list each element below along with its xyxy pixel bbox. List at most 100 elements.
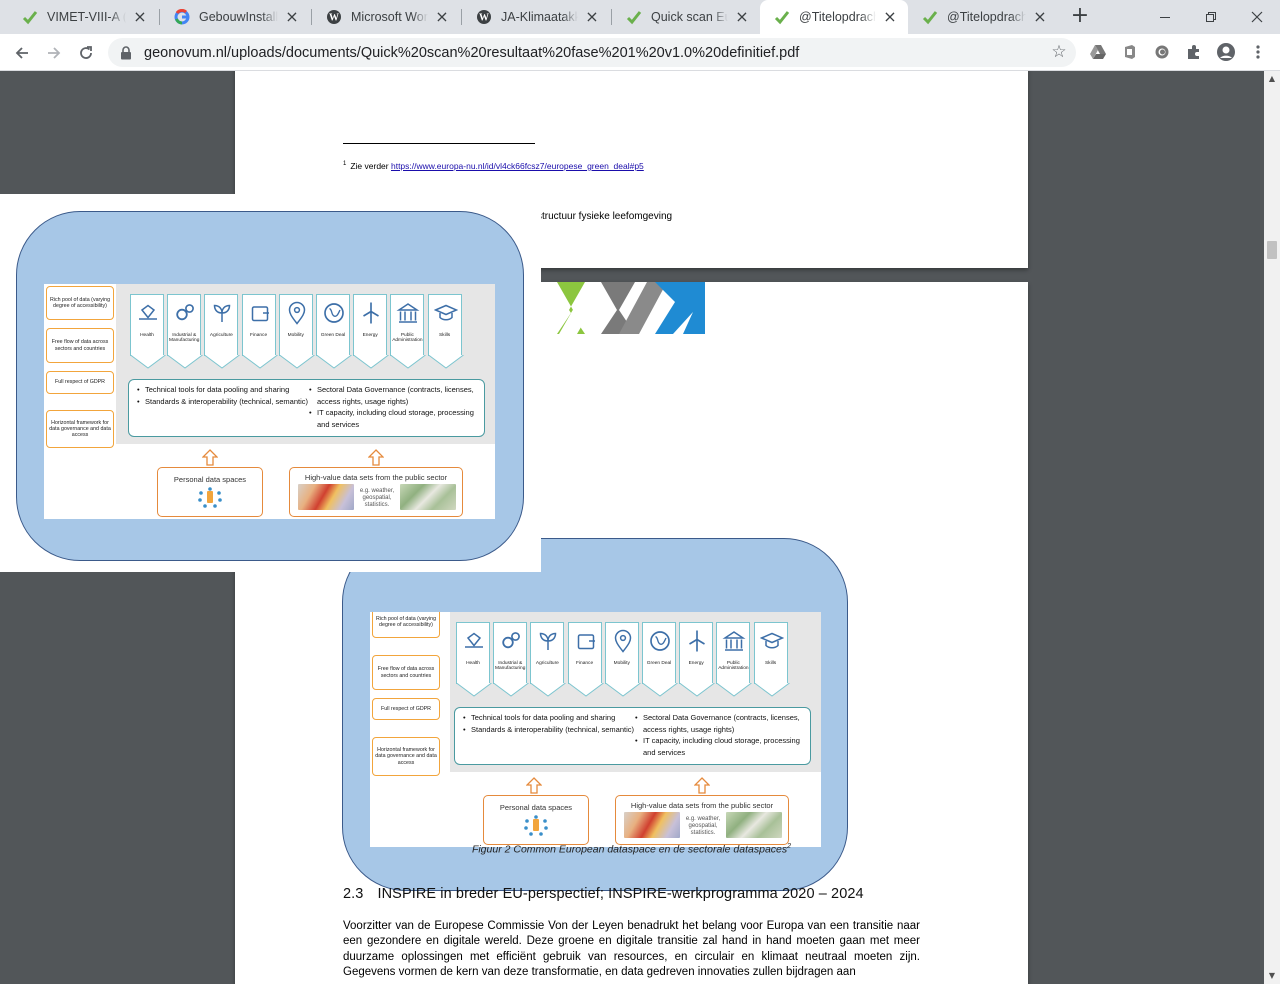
browser-tab[interactable]: @Titelopdracht ×: [908, 0, 1058, 34]
wallet-icon: [251, 306, 269, 322]
dataspace-diagram: Rich pool of data (varying degree of acc…: [370, 612, 821, 847]
sector-label: Mobility: [613, 661, 630, 666]
left-box: Rich pool of data (varying degree of acc…: [46, 286, 114, 320]
browser-toolbar: geonovum.nl/uploads/documents/Quick%20sc…: [0, 34, 1280, 71]
health-icon: [465, 632, 483, 648]
close-tab-icon[interactable]: ×: [584, 9, 600, 25]
sector-column: Industrial & Manufacturing: [167, 294, 202, 356]
browser-tab-active[interactable]: @Titelopdracht ×: [760, 0, 908, 34]
profile-avatar-icon[interactable]: [1216, 42, 1236, 62]
close-tab-icon[interactable]: ×: [882, 9, 898, 25]
sector-column: Public Administration: [390, 294, 425, 356]
up-arrow-icon: [694, 777, 710, 794]
browser-tab[interactable]: GebouwInstallat ×: [160, 0, 310, 34]
sector-column: Mobility: [278, 294, 313, 356]
back-arrow-icon[interactable]: [8, 39, 36, 67]
sector-label: Agriculture: [209, 333, 233, 338]
sector-column: Agriculture: [204, 294, 239, 356]
new-tab-button[interactable]: +: [1068, 5, 1092, 29]
bookmark-star-icon[interactable]: ☆: [1050, 43, 1068, 61]
menu-kebab-icon[interactable]: [1248, 42, 1268, 62]
vertical-scrollbar[interactable]: ▲ ▼: [1264, 71, 1280, 984]
tab-title: VIMET-VIII-A (Ur: [47, 10, 126, 24]
left-box: Full respect of GDPR: [372, 698, 440, 720]
sector-chevron: [753, 683, 790, 697]
footnote: 1 Zie verder https://www.europa-nu.nl/id/…: [343, 161, 644, 171]
up-arrow-icon: [526, 777, 542, 794]
left-box: Free flow of data across sectors and cou…: [46, 328, 114, 363]
sector-column: Public Administration: [716, 622, 751, 684]
lock-icon[interactable]: [120, 45, 134, 60]
scroll-up-arrow-icon[interactable]: ▲: [1264, 71, 1280, 87]
graduation-cap-icon: [759, 632, 784, 649]
restore-icon[interactable]: [1188, 0, 1234, 34]
sector-label: Skills: [764, 661, 777, 666]
svg-text:W: W: [479, 13, 489, 24]
sector-chevron: [241, 355, 278, 369]
building-icon: [722, 631, 746, 651]
browser-tab[interactable]: Quick scan Euro ×: [612, 0, 760, 34]
url-text: geonovum.nl/uploads/documents/Quick%20sc…: [144, 44, 800, 61]
close-tab-icon[interactable]: ×: [1032, 9, 1048, 25]
sector-chevron: [278, 355, 315, 369]
personal-data-spaces-box: Personal data spaces: [157, 467, 263, 517]
sector-column: Industrial & Manufacturing: [493, 622, 528, 684]
sector-column: Energy: [353, 294, 388, 356]
weather-map-image: [624, 812, 680, 838]
sector-label: Finance: [576, 661, 594, 666]
forward-arrow-icon[interactable]: [40, 39, 68, 67]
tab-title: Quick scan Euro: [651, 10, 728, 24]
pdf-viewer[interactable]: 1 Zie verder https://www.europa-nu.nl/id/…: [0, 71, 1280, 984]
sector-chevron: [130, 355, 166, 369]
sector-column: Agriculture: [530, 622, 565, 684]
sector-column: Skills: [427, 294, 462, 356]
sector-label: Green Deal: [646, 661, 672, 666]
circle-extension-icon[interactable]: [1152, 42, 1172, 62]
footnote-prefix: Zie verder: [350, 161, 389, 171]
wind-turbine-icon: [363, 302, 380, 324]
left-box: Free flow of data across sectors and cou…: [372, 655, 440, 690]
sector-chevron: [316, 355, 352, 369]
browser-tab[interactable]: VIMET-VIII-A (Ur ×: [8, 0, 158, 34]
left-box: Full respect of GDPR: [46, 371, 114, 394]
left-box: Horizontal framework for data governance…: [46, 410, 114, 448]
browser-tab[interactable]: W Microsoft Word ×: [312, 0, 460, 34]
puzzle-extensions-icon[interactable]: [1184, 42, 1204, 62]
close-tab-icon[interactable]: ×: [734, 9, 750, 25]
green-check-icon: [22, 9, 38, 25]
sector-label: Public Administration: [718, 661, 749, 672]
browser-tab[interactable]: W JA-Klimaatakkoo ×: [462, 0, 610, 34]
weather-map-image: [298, 484, 354, 510]
dataspace-diagram-preview: Rich pool of data (varying degree of acc…: [44, 284, 495, 519]
minimize-icon[interactable]: [1142, 0, 1188, 34]
sector-label: Industrial & Manufacturing: [168, 333, 200, 344]
graduation-cap-icon: [433, 304, 458, 321]
close-tab-icon[interactable]: ×: [132, 9, 148, 25]
left-box: Horizontal framework for data governance…: [372, 737, 440, 776]
office-extension-icon[interactable]: [1120, 42, 1140, 62]
close-window-icon[interactable]: [1234, 0, 1280, 34]
scrollbar-thumb[interactable]: [1267, 241, 1277, 259]
tools-box: Technical tools for data pooling and sha…: [454, 707, 811, 765]
sector-label: Energy: [688, 661, 704, 666]
tab-title: @Titelopdracht: [799, 10, 876, 24]
drive-extension-icon[interactable]: [1088, 42, 1108, 62]
up-arrow-icon: [368, 449, 384, 466]
sector-label: Health: [466, 661, 480, 666]
sector-column: Green Deal: [642, 622, 676, 684]
scroll-down-arrow-icon[interactable]: ▼: [1264, 968, 1280, 984]
address-bar[interactable]: geonovum.nl/uploads/documents/Quick%20sc…: [108, 38, 1076, 67]
up-arrow-icon: [202, 449, 218, 466]
wordpress-icon: W: [476, 9, 492, 25]
close-tab-icon[interactable]: ×: [284, 9, 300, 25]
close-tab-icon[interactable]: ×: [434, 9, 450, 25]
sector-label: Skills: [438, 333, 451, 338]
tab-strip: VIMET-VIII-A (Ur × GebouwInstallat × W M…: [0, 0, 1280, 34]
sector-chevron: [530, 683, 567, 697]
reload-icon[interactable]: [72, 39, 100, 67]
green-check-icon: [922, 9, 938, 25]
footnote-link[interactable]: https://www.europa-nu.nl/id/vl4ck66fcsz7…: [391, 161, 644, 171]
satellite-map-image: [726, 812, 782, 838]
tab-title: Microsoft Word: [351, 10, 428, 24]
globe-icon: [650, 631, 670, 651]
